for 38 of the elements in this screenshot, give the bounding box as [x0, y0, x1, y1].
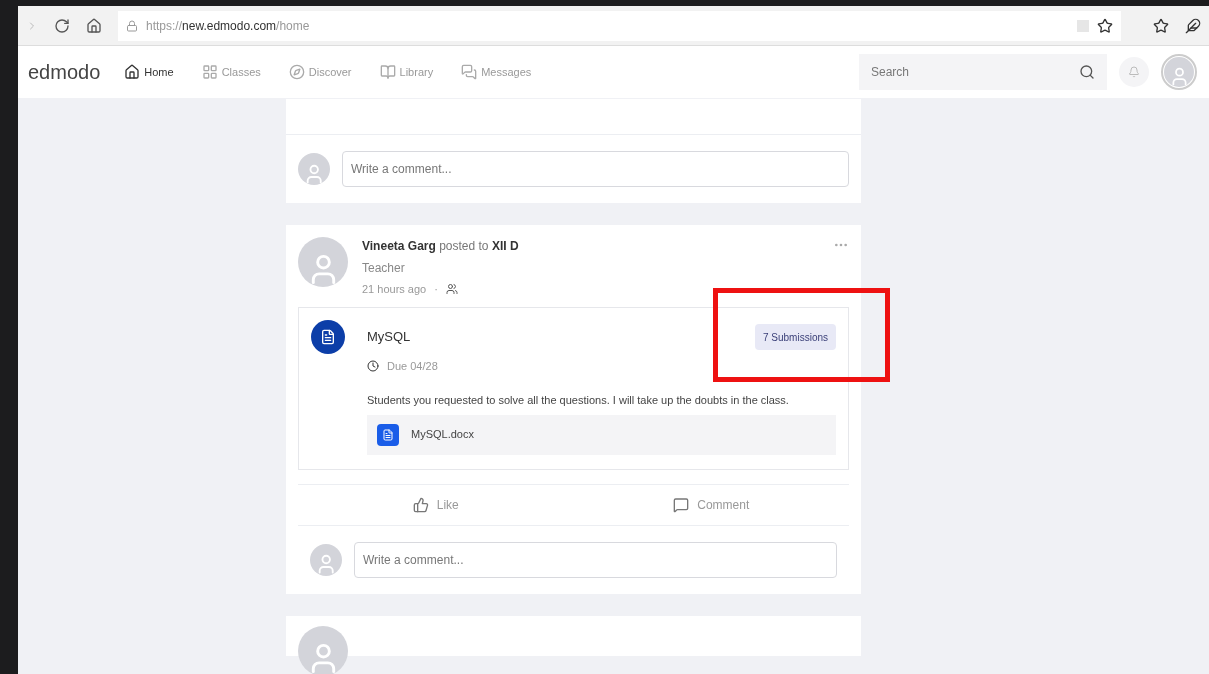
separator-dot: ·	[434, 282, 438, 297]
nav-link[interactable]: Home	[124, 63, 174, 81]
word-doc-icon	[377, 423, 399, 446]
grid-icon	[201, 64, 218, 80]
search-icon[interactable]	[1079, 64, 1095, 80]
avatar-icon	[298, 153, 330, 185]
lock-icon	[126, 19, 138, 32]
pen-icon[interactable]	[1185, 17, 1201, 34]
assignment-title[interactable]: MySQL	[367, 327, 411, 347]
avatar-icon	[1164, 57, 1194, 87]
assignment-icon	[311, 320, 345, 354]
post-header: Vineeta Garg posted to XII D	[362, 238, 520, 255]
avatar-icon	[310, 543, 342, 576]
search-field[interactable]: Search	[859, 54, 1107, 90]
thumbs-up-icon	[412, 496, 429, 513]
address-bar[interactable]: https://new.edmodo.com/home	[118, 10, 1121, 41]
clock-icon	[367, 360, 379, 373]
due-date: Due 04/28	[387, 359, 438, 374]
author-role: Teacher	[362, 260, 406, 277]
chat-icon	[461, 64, 478, 80]
book-icon	[379, 64, 396, 80]
compass-icon	[288, 64, 305, 80]
url-text: https://new.edmodo.com/home	[146, 17, 310, 35]
avatar-icon	[298, 237, 348, 287]
comment-input[interactable]: Write a comment...	[354, 541, 837, 578]
attachment[interactable]: MySQL.docx	[367, 414, 836, 455]
logo[interactable]: edmodo	[28, 57, 101, 87]
assignment-description: Students you requested to solve all the questions. I will take up the doubts in the class.	[367, 392, 790, 408]
post-time: 21 hours ago	[362, 282, 427, 297]
reload-icon[interactable]	[54, 17, 70, 34]
home-icon[interactable]	[86, 17, 102, 34]
group-icon	[445, 283, 458, 296]
comment-icon	[673, 496, 690, 513]
submissions-button[interactable]: 7 Submissions	[754, 324, 836, 350]
star-icon[interactable]	[1097, 17, 1113, 34]
comment-input[interactable]: Write a comment...	[342, 151, 849, 187]
home-icon	[124, 64, 141, 80]
favorites-icon[interactable]	[1153, 17, 1169, 34]
